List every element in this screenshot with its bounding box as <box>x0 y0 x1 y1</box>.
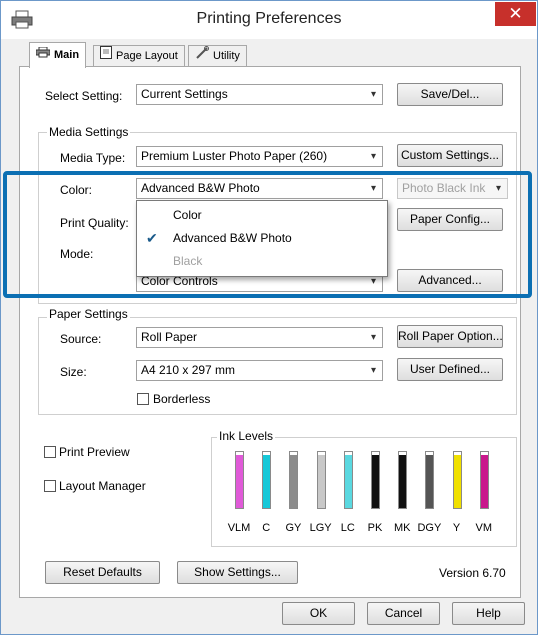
chevron-down-icon: ▾ <box>370 365 376 376</box>
size-label: Size: <box>60 365 87 379</box>
ok-button[interactable]: OK <box>282 602 355 625</box>
paper-config-button[interactable]: Paper Config... <box>397 208 503 231</box>
media-type-combo[interactable]: Premium Luster Photo Paper (260) ▾ <box>136 146 383 167</box>
ink-type-value: Photo Black Ink <box>402 181 486 195</box>
ink-label-vm: VM <box>475 522 493 534</box>
option-label: Black <box>173 254 203 268</box>
chevron-down-icon: ▾ <box>495 183 501 194</box>
select-setting-combo[interactable]: Current Settings ▾ <box>136 84 383 105</box>
ink-bar-y <box>452 451 462 509</box>
ink-fill-y <box>453 454 461 508</box>
ink-bar-c <box>262 451 272 509</box>
ink-fill-dgy <box>426 454 434 508</box>
media-type-label: Media Type: <box>60 151 126 165</box>
ink-bar-lc <box>343 451 353 509</box>
help-button[interactable]: Help <box>452 602 525 625</box>
ink-bar-vlm <box>235 451 244 509</box>
show-settings-button[interactable]: Show Settings... <box>177 561 298 584</box>
select-setting-label: Select Setting: <box>45 89 123 103</box>
ink-bar-pk <box>371 451 380 509</box>
tab-utility[interactable]: Utility <box>188 45 247 66</box>
print-quality-label: Print Quality: <box>60 216 129 230</box>
advanced-button[interactable]: Advanced... <box>397 269 503 292</box>
dropdown-option-black: Black <box>137 250 385 272</box>
source-combo[interactable]: Roll Paper ▾ <box>136 327 383 348</box>
checkmark-icon: ✔ <box>146 230 158 246</box>
print-preview-checkbox[interactable] <box>44 446 56 458</box>
printer-tab-icon <box>35 45 51 66</box>
source-value: Roll Paper <box>141 330 198 344</box>
color-value: Advanced B&W Photo <box>141 181 260 195</box>
color-dropdown-list: Color ✔ Advanced B&W Photo Black <box>136 200 388 277</box>
utility-icon <box>195 45 209 67</box>
size-combo[interactable]: A4 210 x 297 mm ▾ <box>136 360 383 381</box>
printing-preferences-window: Printing Preferences ✕ Main Page Layout … <box>0 0 538 635</box>
media-type-value: Premium Luster Photo Paper (260) <box>141 149 328 163</box>
custom-settings-button[interactable]: Custom Settings... <box>397 144 503 167</box>
tab-page-layout[interactable]: Page Layout <box>93 45 185 66</box>
layout-manager-checkbox[interactable] <box>44 480 56 492</box>
borderless-label: Borderless <box>153 392 211 406</box>
chevron-down-icon: ▾ <box>370 183 376 194</box>
select-setting-value: Current Settings <box>141 87 228 101</box>
media-settings-title: Media Settings <box>47 125 131 139</box>
ink-label-vlm: VLM <box>227 522 251 534</box>
ink-levels-title: Ink Levels <box>217 429 276 443</box>
ink-label-dgy: DGY <box>417 522 442 534</box>
chevron-down-icon: ▾ <box>370 89 376 100</box>
mode-label: Mode: <box>60 247 94 261</box>
ink-fill-lc <box>344 454 352 508</box>
close-button[interactable]: ✕ <box>495 2 536 26</box>
ink-label-y: Y <box>452 522 461 534</box>
ink-label-pk: PK <box>367 522 383 534</box>
dropdown-option-advanced-bw-photo[interactable]: ✔ Advanced B&W Photo <box>137 227 385 249</box>
chevron-down-icon: ▾ <box>370 151 376 162</box>
ink-fill-vlm <box>236 454 243 508</box>
window-title: Printing Preferences <box>196 10 342 27</box>
paper-settings-title: Paper Settings <box>47 307 130 321</box>
chevron-down-icon: ▾ <box>370 332 376 343</box>
ink-bar-gy <box>289 451 299 509</box>
ink-bar-lgy <box>316 451 326 509</box>
ink-bar-mk <box>398 451 408 509</box>
source-label: Source: <box>60 332 102 346</box>
print-preview-label: Print Preview <box>59 445 130 459</box>
ink-fill-lgy <box>317 454 325 508</box>
user-defined-button[interactable]: User Defined... <box>397 358 503 381</box>
color-combo[interactable]: Advanced B&W Photo ▾ <box>136 178 383 199</box>
option-label: Color <box>173 208 202 222</box>
size-value: A4 210 x 297 mm <box>141 363 236 377</box>
borderless-checkbox[interactable] <box>137 393 149 405</box>
ink-label-lgy: LGY <box>309 522 332 534</box>
ink-label-mk: MK <box>393 522 411 534</box>
tab-main[interactable]: Main <box>29 42 87 68</box>
reset-defaults-button[interactable]: Reset Defaults <box>45 561 160 584</box>
title-bar: Printing Preferences ✕ <box>1 1 537 39</box>
roll-paper-option-button[interactable]: Roll Paper Option... <box>397 325 503 348</box>
color-label: Color: <box>60 183 93 197</box>
dropdown-option-color[interactable]: Color <box>137 204 385 226</box>
cancel-button[interactable]: Cancel <box>367 602 440 625</box>
ink-label-lc: LC <box>340 522 355 534</box>
tab-label: Utility <box>213 49 240 62</box>
tab-label: Page Layout <box>116 49 178 62</box>
ink-fill-mk <box>399 454 407 508</box>
ink-fill-vm <box>480 454 488 508</box>
ink-fill-gy <box>290 454 298 508</box>
option-label: Advanced B&W Photo <box>173 231 292 245</box>
ink-fill-c <box>263 454 271 508</box>
layout-manager-label: Layout Manager <box>59 479 146 493</box>
ink-fill-pk <box>372 454 379 508</box>
page-layout-icon <box>100 45 112 67</box>
ink-label-gy: GY <box>285 522 302 534</box>
ink-type-combo: Photo Black Ink ▾ <box>397 178 508 199</box>
ink-bar-dgy <box>425 451 435 509</box>
ink-label-c: C <box>262 522 271 534</box>
save-del-button[interactable]: Save/Del... <box>397 83 503 106</box>
ink-bar-vm <box>479 451 489 509</box>
tab-label: Main <box>54 49 80 61</box>
version-label: Version 6.70 <box>439 566 506 580</box>
